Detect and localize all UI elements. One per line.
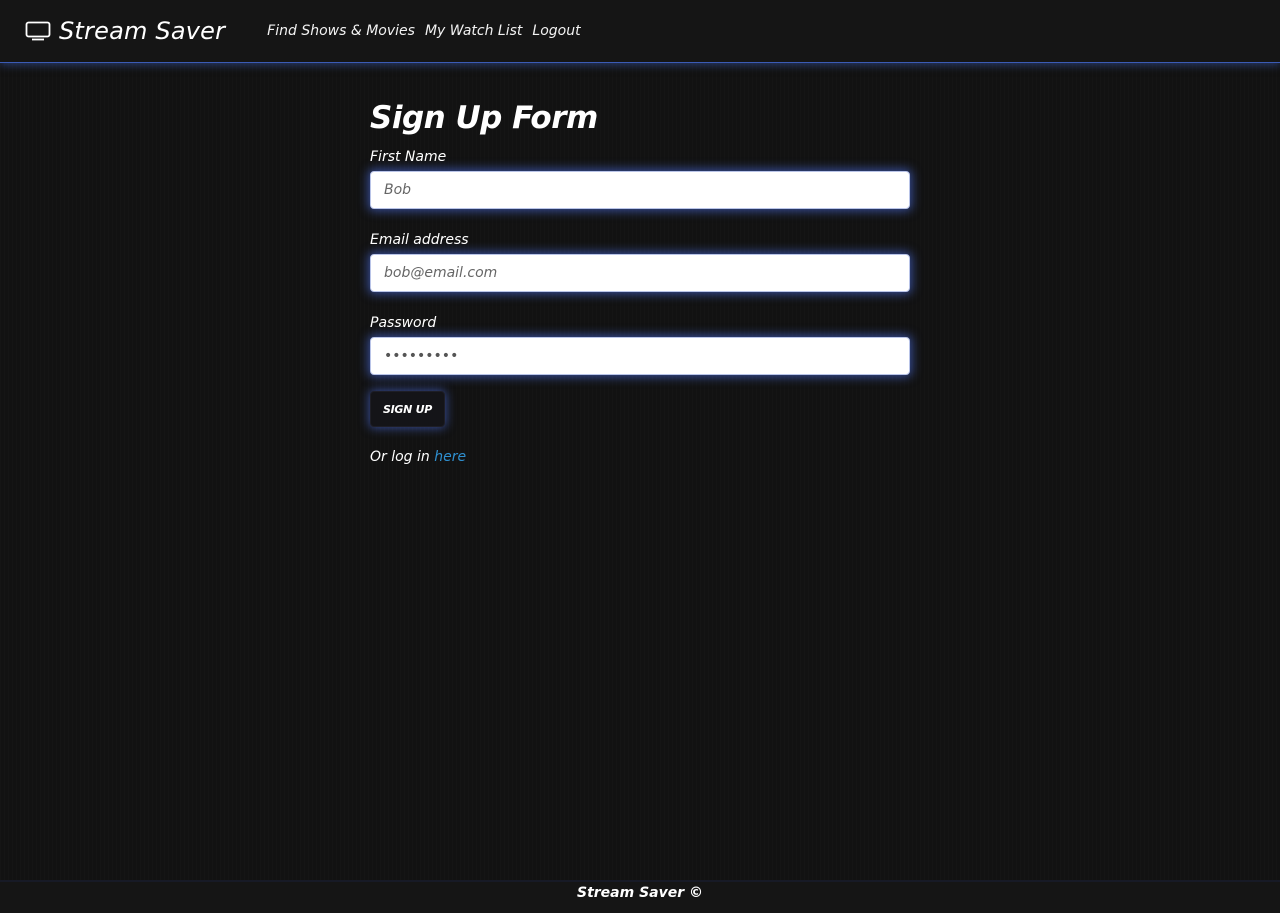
signup-form: Sign Up Form First Name Email address Pa… (370, 100, 910, 465)
footer: Stream Saver © (0, 880, 1280, 913)
first-name-input[interactable] (370, 171, 910, 209)
top-navbar: Stream Saver Find Shows & Movies My Watc… (0, 0, 1280, 62)
sign-up-button[interactable]: SIGN UP (370, 391, 445, 427)
page-title: Sign Up Form (370, 100, 598, 136)
login-prompt: Or log in here (370, 449, 910, 465)
login-prompt-text: Or log in (370, 449, 430, 465)
tv-icon (25, 21, 51, 41)
nav-watch-list-link[interactable]: My Watch List (425, 23, 522, 39)
email-label: Email address (370, 232, 469, 248)
email-input[interactable] (370, 254, 910, 292)
nav-find-shows-link[interactable]: Find Shows & Movies (267, 23, 415, 39)
first-name-label: First Name (370, 149, 447, 165)
password-label: Password (370, 315, 437, 331)
nav-links: Find Shows & Movies My Watch List Logout (267, 23, 580, 39)
login-here-link[interactable]: here (434, 449, 466, 465)
footer-text: Stream Saver © (576, 885, 703, 901)
brand-name: Stream Saver (59, 17, 226, 45)
brand-link[interactable]: Stream Saver (25, 17, 225, 45)
password-input[interactable] (370, 337, 910, 375)
nav-logout-link[interactable]: Logout (532, 23, 580, 39)
